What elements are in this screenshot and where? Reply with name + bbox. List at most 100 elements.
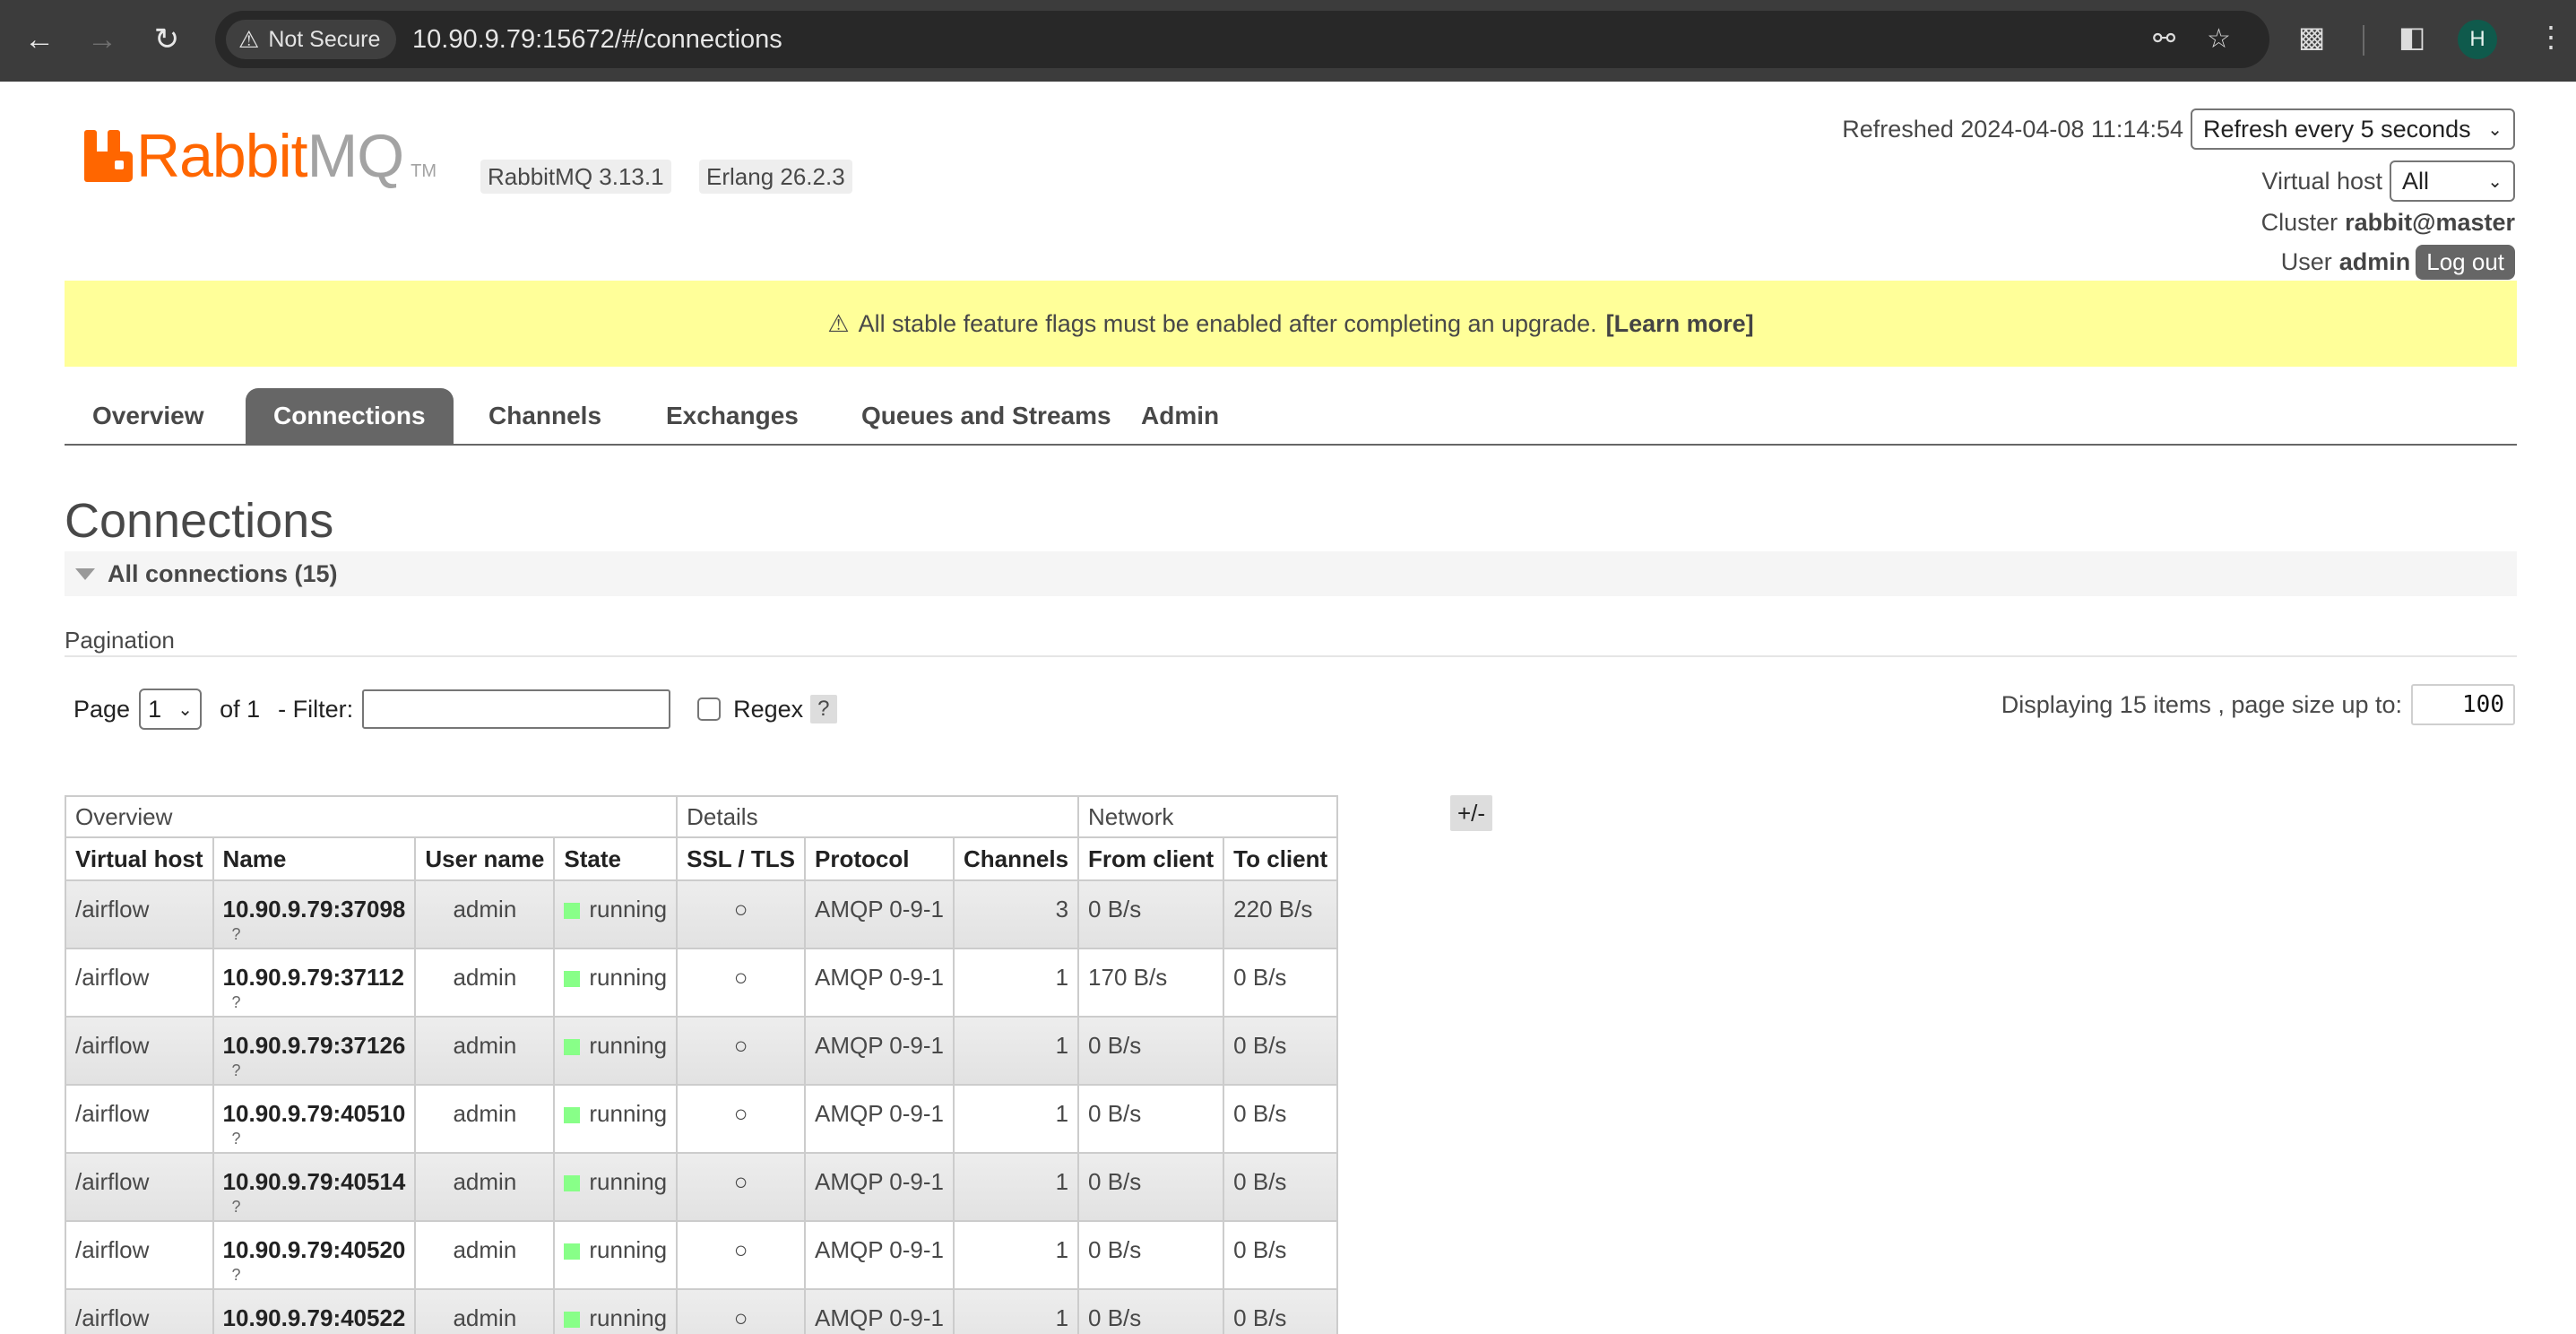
forward-icon[interactable]: → bbox=[79, 16, 125, 63]
side-panel-icon[interactable]: ◧ bbox=[2399, 20, 2425, 54]
cell-vhost: /airflow bbox=[65, 1016, 214, 1086]
tab-exchanges[interactable]: Exchanges bbox=[638, 388, 826, 444]
group-overview: Overview bbox=[64, 795, 679, 838]
tab-connections[interactable]: Connections bbox=[246, 388, 454, 444]
tab-channels[interactable]: Channels bbox=[461, 388, 629, 444]
table-row: /airflow 10.90.9.79:40520? admin running ○ AM… bbox=[65, 1220, 1339, 1290]
connection-link[interactable]: 10.90.9.79:40514 bbox=[223, 1168, 406, 1196]
page-select-value: 1 bbox=[148, 695, 162, 723]
running-status-icon bbox=[564, 1107, 581, 1123]
col-ssl-tls[interactable]: SSL / TLS bbox=[676, 836, 806, 881]
cell-user: admin bbox=[414, 1288, 556, 1334]
pagination-controls: Page 1 ⌄ of 1 - Filter: Regex ? bbox=[73, 688, 837, 731]
connection-link[interactable]: 10.90.9.79:37098 bbox=[223, 896, 406, 923]
star-icon[interactable]: ☆ bbox=[2207, 23, 2231, 55]
cell-channels: 1 bbox=[952, 1220, 1080, 1290]
security-label: Not Secure bbox=[268, 26, 381, 52]
cell-vhost: /airflow bbox=[65, 948, 214, 1018]
col-user-name[interactable]: User name bbox=[414, 836, 556, 881]
cell-from-client: 0 B/s bbox=[1077, 1288, 1225, 1334]
col-virtual-host[interactable]: Virtual host bbox=[65, 836, 214, 881]
all-connections-toggle[interactable]: All connections (15) bbox=[65, 551, 2517, 596]
cell-ssl: ○ bbox=[676, 1016, 806, 1086]
tab-overview[interactable]: Overview bbox=[65, 388, 232, 444]
connection-link[interactable]: 10.90.9.79:40510 bbox=[223, 1100, 406, 1128]
state-label: running bbox=[589, 1100, 668, 1127]
rabbitmq-logo[interactable]: Rabbit MQ TM bbox=[84, 125, 437, 187]
learn-more-link[interactable]: [Learn more] bbox=[1606, 310, 1754, 338]
cell-protocol: AMQP 0-9-1 bbox=[803, 948, 955, 1018]
main-tabs: Overview Connections Channels Exchanges … bbox=[65, 388, 2517, 446]
cell-to-client: 0 B/s bbox=[1223, 1220, 1339, 1290]
cell-state: running bbox=[553, 1288, 679, 1334]
more-menu-icon[interactable]: ⋮ bbox=[2537, 20, 2565, 54]
feature-flags-banner: ⚠ All stable feature flags must be enabl… bbox=[65, 281, 2517, 367]
cell-to-client: 0 B/s bbox=[1223, 1084, 1339, 1154]
reload-icon[interactable]: ↻ bbox=[143, 16, 190, 63]
address-bar[interactable]: ⚠ Not Secure 10.90.9.79:15672/#/connecti… bbox=[215, 11, 2269, 68]
connection-link[interactable]: 10.90.9.79:37126 bbox=[223, 1032, 406, 1060]
table-row: /airflow 10.90.9.79:37112? admin running ○ AM… bbox=[65, 948, 1339, 1018]
vhost-select-value: All bbox=[2402, 167, 2430, 195]
chevron-down-icon: ⌄ bbox=[177, 699, 194, 720]
col-to-client[interactable]: To client bbox=[1223, 836, 1339, 881]
cell-name: 10.90.9.79:40510? bbox=[212, 1084, 417, 1154]
erlang-version: Erlang 26.2.3 bbox=[699, 160, 852, 194]
cell-vhost: /airflow bbox=[65, 1288, 214, 1334]
regex-help-button[interactable]: ? bbox=[810, 695, 837, 723]
url-text[interactable]: 10.90.9.79:15672/#/connections bbox=[412, 25, 782, 55]
cell-state: running bbox=[553, 1084, 679, 1154]
col-protocol[interactable]: Protocol bbox=[803, 836, 955, 881]
column-toggle-button[interactable]: +/- bbox=[1450, 795, 1493, 831]
pagination-divider bbox=[65, 655, 2517, 657]
connection-client-info: ? bbox=[231, 1130, 241, 1148]
filter-input[interactable] bbox=[362, 689, 671, 729]
running-status-icon bbox=[564, 1312, 581, 1328]
cell-user: admin bbox=[414, 1016, 556, 1086]
page-content: Rabbit MQ TM RabbitMQ 3.13.1 Erlang 26.2… bbox=[0, 82, 2576, 1334]
browser-toolbar: ← → ↻ ⚠ Not Secure 10.90.9.79:15672/#/co… bbox=[0, 0, 2576, 82]
table-row: /airflow 10.90.9.79:37126? admin running ○ AM… bbox=[65, 1016, 1339, 1086]
refresh-interval-select[interactable]: Refresh every 5 seconds ⌄ bbox=[2191, 108, 2515, 150]
collapse-triangle-icon bbox=[75, 567, 95, 580]
cell-state: running bbox=[553, 948, 679, 1018]
back-icon[interactable]: ← bbox=[16, 16, 63, 63]
connection-link[interactable]: 10.90.9.79:40522 bbox=[223, 1304, 406, 1332]
col-from-client[interactable]: From client bbox=[1077, 836, 1225, 881]
profile-avatar[interactable]: H bbox=[2458, 20, 2497, 59]
tab-admin[interactable]: Admin bbox=[1113, 388, 1247, 444]
key-icon[interactable]: ⚯ bbox=[2153, 23, 2175, 55]
regex-checkbox[interactable] bbox=[697, 697, 722, 721]
tab-queues-and-streams[interactable]: Queues and Streams bbox=[834, 388, 1139, 444]
logout-button[interactable]: Log out bbox=[2416, 245, 2515, 280]
connection-link[interactable]: 10.90.9.79:40520 bbox=[223, 1236, 406, 1264]
page-select[interactable]: 1 ⌄ bbox=[139, 689, 203, 730]
vhost-select[interactable]: All ⌄ bbox=[2390, 160, 2515, 202]
group-network: Network bbox=[1077, 795, 1339, 838]
rabbit-logo-icon bbox=[84, 130, 133, 182]
connection-client-info: ? bbox=[231, 993, 241, 1011]
running-status-icon bbox=[564, 1243, 581, 1260]
cell-ssl: ○ bbox=[676, 1288, 806, 1334]
page-label: Page bbox=[73, 695, 131, 723]
col-state[interactable]: State bbox=[553, 836, 679, 881]
group-details: Details bbox=[676, 795, 1080, 838]
cell-to-client: 0 B/s bbox=[1223, 1016, 1339, 1086]
running-status-icon bbox=[564, 1039, 581, 1055]
security-chip[interactable]: ⚠ Not Secure bbox=[226, 20, 397, 59]
cell-vhost: /airflow bbox=[65, 1152, 214, 1222]
state-label: running bbox=[589, 1304, 668, 1331]
col-name[interactable]: Name bbox=[212, 836, 417, 881]
extensions-icon[interactable]: ▩ bbox=[2298, 20, 2325, 54]
table-row: /airflow 10.90.9.79:40510? admin running ○ AM… bbox=[65, 1084, 1339, 1154]
cell-name: 10.90.9.79:37112? bbox=[212, 948, 417, 1018]
col-channels[interactable]: Channels bbox=[952, 836, 1080, 881]
cell-from-client: 0 B/s bbox=[1077, 1016, 1225, 1086]
cell-channels: 1 bbox=[952, 1016, 1080, 1086]
connection-link[interactable]: 10.90.9.79:37112 bbox=[223, 964, 406, 992]
cell-state: running bbox=[553, 879, 679, 949]
page-size-input[interactable]: 100 bbox=[2411, 684, 2515, 725]
logo-mq-text: MQ bbox=[307, 122, 405, 190]
cell-vhost: /airflow bbox=[65, 1084, 214, 1154]
cell-name: 10.90.9.79:40522? bbox=[212, 1288, 417, 1334]
